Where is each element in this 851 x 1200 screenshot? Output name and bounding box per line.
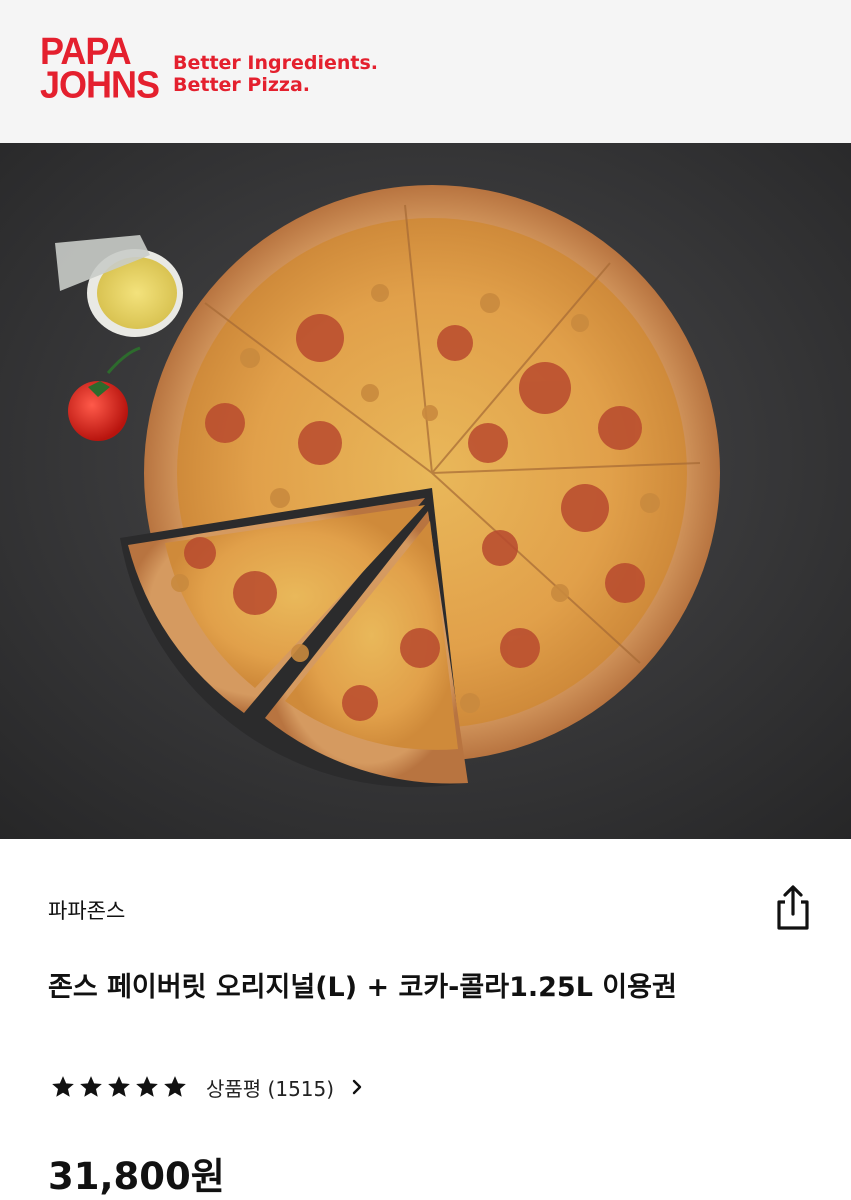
star-icon — [80, 1076, 102, 1097]
product-price: 31,800원 — [48, 1155, 225, 1198]
star-icon — [136, 1076, 158, 1097]
brand-banner: PAPA JOHNS Better Ingredients. Better Pi… — [0, 0, 851, 143]
review-summary[interactable]: 상품평 (1515) — [50, 1071, 364, 1103]
chevron-right-icon — [352, 1079, 362, 1095]
brand-name[interactable]: 파파존스 — [48, 895, 125, 925]
papa-johns-logo: PAPA JOHNS — [40, 32, 160, 106]
pizza-photo — [0, 143, 851, 839]
logo-line-2: JOHNS — [40, 62, 160, 106]
product-image — [0, 143, 851, 839]
share-button[interactable] — [772, 884, 814, 932]
share-icon — [777, 885, 809, 930]
banner-tagline: Better Ingredients. Better Pizza. — [173, 52, 378, 96]
star-icon — [52, 1076, 74, 1097]
star-icon — [108, 1076, 130, 1097]
product-title: 존스 페이버릿 오리지널(L) + 코카-콜라1.25L 이용권 — [48, 972, 677, 1003]
tagline-line-1: Better Ingredients. — [173, 52, 378, 74]
star-icon — [164, 1076, 186, 1097]
tagline-line-2: Better Pizza. — [173, 74, 310, 96]
review-count-link[interactable]: 상품평 (1515) — [206, 1073, 334, 1102]
star-rating — [50, 1074, 188, 1100]
